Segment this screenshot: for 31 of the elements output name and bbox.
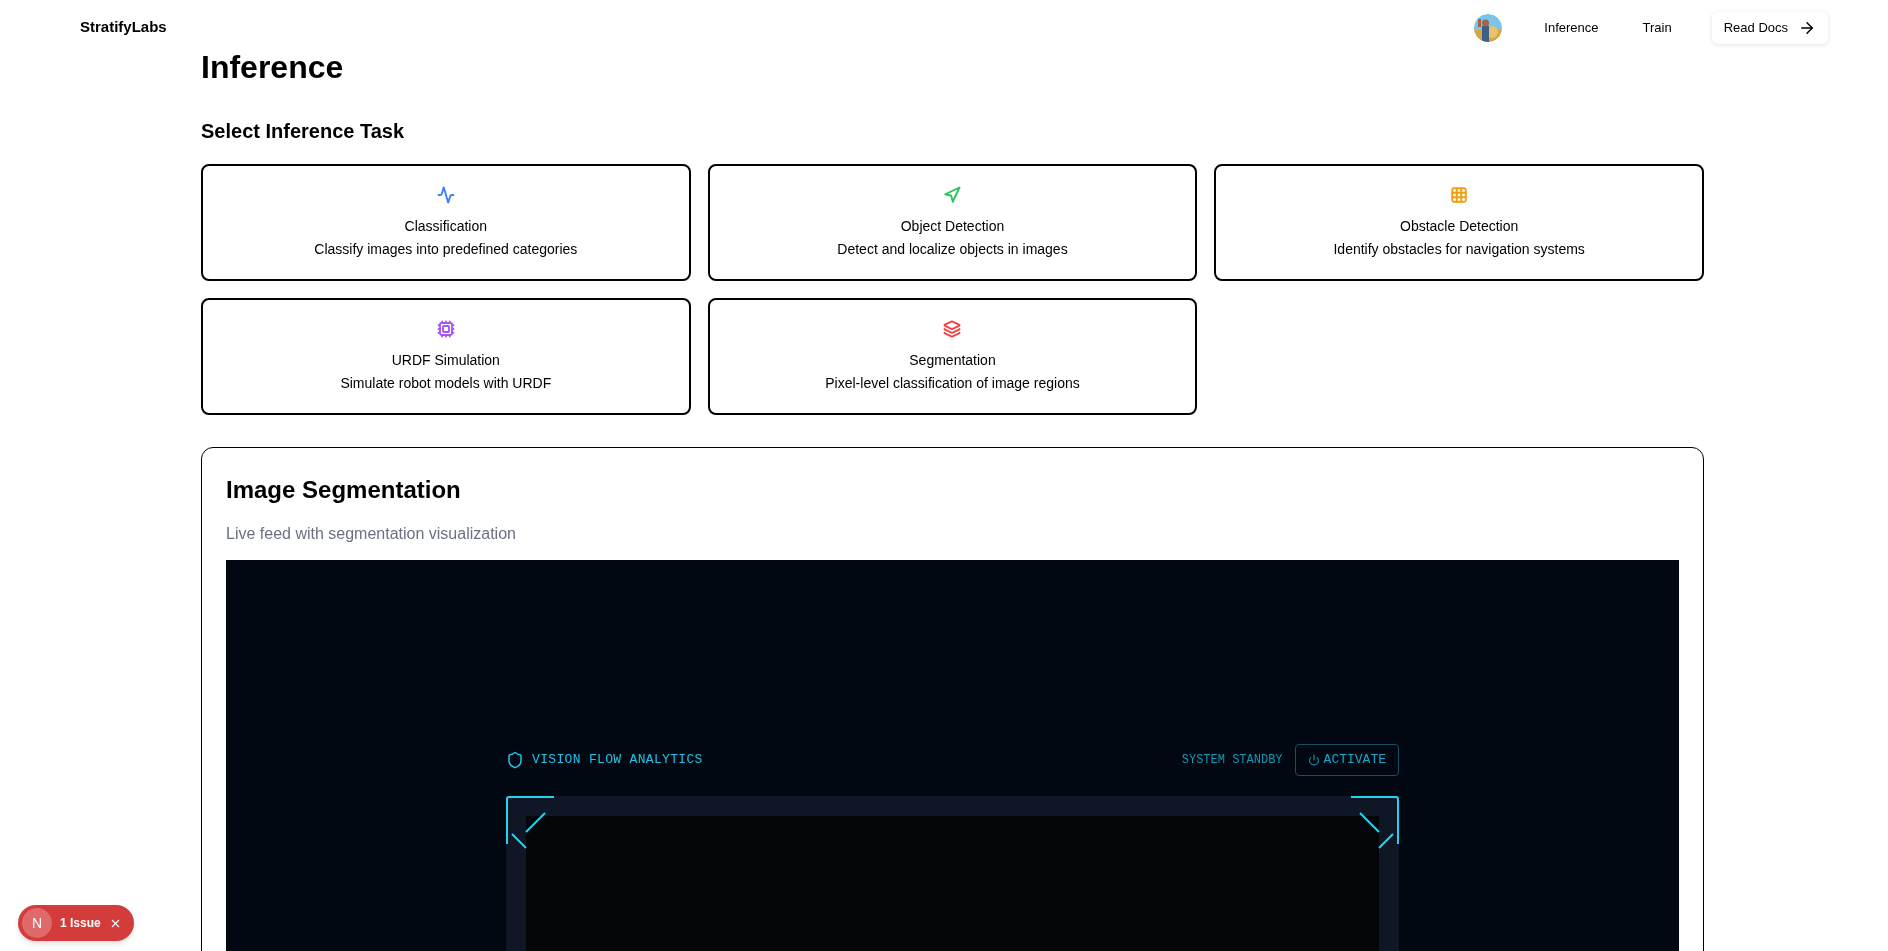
task-title: Segmentation bbox=[909, 350, 996, 370]
task-title: URDF Simulation bbox=[391, 350, 500, 370]
task-description: Identify obstacles for navigation systems bbox=[1333, 239, 1585, 259]
power-icon bbox=[1307, 754, 1320, 766]
task-description: Detect and localize objects in images bbox=[837, 239, 1068, 259]
issue-logo: N bbox=[22, 908, 52, 938]
brand-logo[interactable]: StratifyLabs bbox=[80, 16, 167, 39]
panel-title: Image Segmentation bbox=[226, 475, 462, 505]
task-title: Object Detection bbox=[900, 216, 1005, 236]
read-docs-button[interactable]: Read Docs bbox=[1711, 11, 1828, 44]
task-card[interactable]: URDF Simulation Simulate robot models with URDF bbox=[201, 298, 691, 415]
task-title: Obstacle Detection bbox=[1400, 216, 1519, 236]
task-description: Pixel-level classification of image regions bbox=[825, 373, 1080, 393]
panel-subtitle: Live feed with segmentation visualization bbox=[226, 524, 517, 544]
task-description: Simulate robot models with URDF bbox=[340, 373, 552, 393]
task-card[interactable]: Obstacle Detection Identify obstacles for navigation systems bbox=[1214, 164, 1704, 281]
nav-link[interactable]: Inference bbox=[1522, 17, 1621, 38]
section-title: Select Inference Task bbox=[201, 119, 406, 144]
activate-button[interactable]: ACTIVATE bbox=[1294, 744, 1399, 776]
page-title: Inference bbox=[201, 51, 345, 83]
issue-count: 1 Issue bbox=[60, 915, 101, 932]
task-card[interactable]: Object Detection Detect and localize objects in images bbox=[707, 164, 1198, 281]
nav-link[interactable]: Train bbox=[1620, 17, 1694, 38]
task-title: Classification bbox=[404, 216, 488, 236]
viewer-title: VISION FLOW ANALYTICS bbox=[532, 751, 703, 770]
shield-icon bbox=[506, 751, 524, 769]
issue-badge[interactable]: N 1 Issue bbox=[18, 905, 134, 941]
task-card[interactable]: Classification Classify images into predefined categories bbox=[201, 164, 691, 281]
status-text: SYSTEM STANDBY bbox=[1181, 752, 1283, 769]
task-card[interactable]: Segmentation Pixel-level classification of image regions bbox=[707, 298, 1198, 415]
task-description: Classify images into predefined categories bbox=[314, 239, 578, 259]
